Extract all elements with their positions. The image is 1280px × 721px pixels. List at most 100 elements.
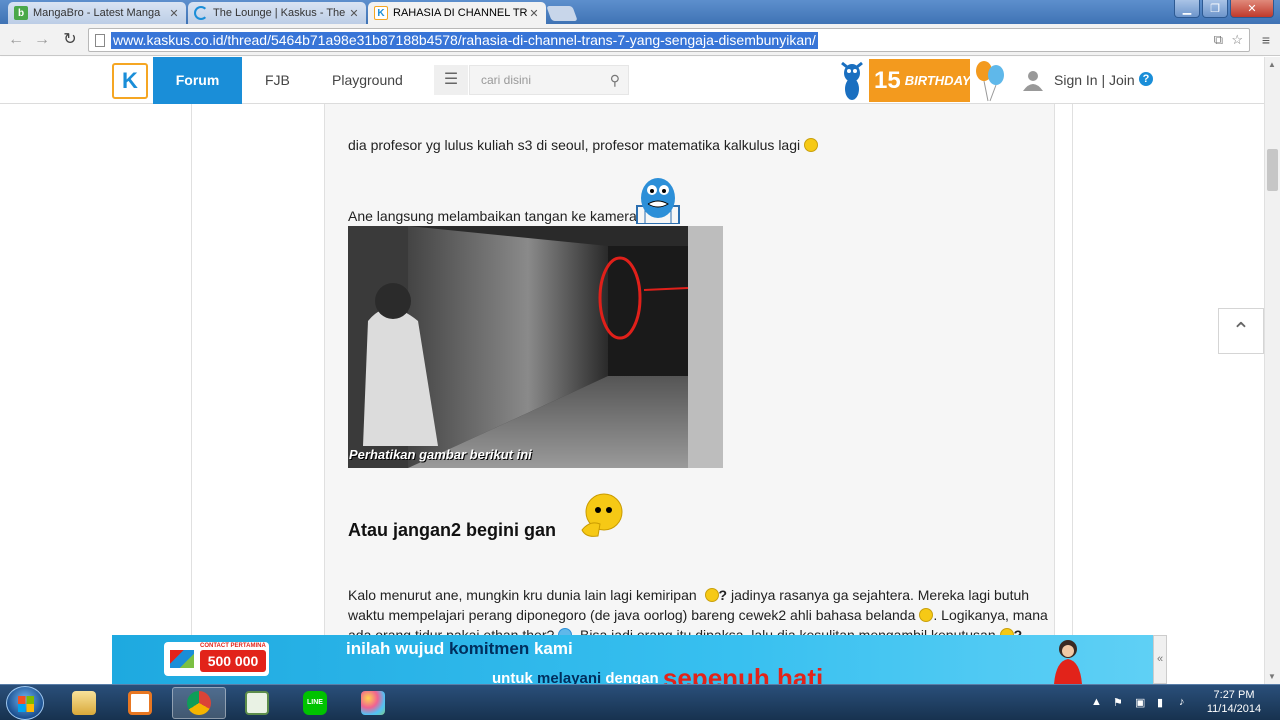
para-text: waktu mempelajari perang diponegoro (de … [348,607,916,623]
pertamina-logo: CONTACT PERTAMINA 500 000 [164,642,269,676]
chrome-menu-icon[interactable]: ≡ [1262,32,1270,48]
bookmark-star-icon[interactable]: ☆ [1231,32,1243,48]
para-text: jadinya rasanya ga sejahtera. Mereka lag… [730,587,1030,603]
waving-monster-emoticon-icon [636,178,680,224]
clock-date: 11/14/2014 [1206,703,1262,715]
post-line-2: Ane langsung melambaikan tangan ke kamer… [348,208,637,224]
search-input[interactable] [470,66,598,94]
url-text[interactable]: www.kaskus.co.id/thread/5464b71a98e31b87… [111,32,818,49]
tab-the-lounge[interactable]: The Lounge | Kaskus - The ✕ [188,2,366,24]
balloons-icon [976,61,1004,102]
join-link[interactable]: Join [1109,72,1135,88]
taskbar-paint[interactable] [346,687,400,719]
reader-icon [245,691,269,715]
translate-icon[interactable]: ⧉ [1214,32,1223,48]
tab-rahasia[interactable]: K RAHASIA DI CHANNEL TR ✕ [368,2,546,24]
browser-tab-strip: b MangaBro - Latest Manga ✕ The Lounge |… [0,0,1280,24]
clock-time: 7:27 PM [1213,689,1255,701]
nav-fjb[interactable]: FJB [265,57,290,104]
windows-taskbar: LINE ▲ ⚑ ▣ ▮ ♪ 7:27 PM 11/14/2014 [0,684,1280,720]
browser-toolbar: ← → ↻ www.kaskus.co.id/thread/5464b71a98… [0,24,1280,56]
maximize-button[interactable]: ❐ [1202,0,1228,18]
flag-notification-icon[interactable]: ⚑ [1113,696,1123,709]
show-hidden-icons-icon[interactable]: ▲ [1091,696,1102,708]
ad-banner[interactable]: CONTACT PERTAMINA 500 000 inilah wujud k… [112,635,1153,684]
close-icon[interactable]: ✕ [348,7,360,20]
scroll-to-top-button[interactable]: ⌃ [1218,308,1264,354]
vertical-scrollbar[interactable]: ▲ ▼ [1264,57,1280,684]
taskbar-chrome[interactable] [172,687,226,719]
kaskus-mascot-icon [841,61,863,100]
signin-link[interactable]: Sign In [1054,72,1098,88]
post-text: dia profesor yg lulus kuliah s3 di seoul… [348,137,801,153]
taskbar-reader[interactable] [230,687,284,719]
ad-text: melayani [537,670,602,684]
question-mark: ? [718,587,728,603]
page-icon [95,34,105,47]
window-controls: ▁ ❐ ✕ [1172,0,1274,18]
user-icon [1023,71,1043,91]
nav-playground[interactable]: Playground [332,57,403,104]
close-icon[interactable]: ✕ [168,7,180,20]
windows-logo-icon-lower [18,704,34,712]
ad-logo-number: 500 000 [200,650,266,672]
kaskus-header: K Forum FJB Playground ☰ ⚲ 15 BIRTHDAY S… [0,57,1264,104]
taskbar-line[interactable]: LINE [288,687,342,719]
minimize-button[interactable]: ▁ [1174,0,1200,18]
search-icon[interactable]: ⚲ [610,72,620,89]
tab-title: The Lounge | Kaskus - The [213,7,346,19]
left-column [191,104,325,635]
close-window-button[interactable]: ✕ [1230,0,1274,18]
kaskus-favicon-icon: K [374,6,388,20]
ghost-hallway-image [348,226,723,468]
address-bar[interactable]: www.kaskus.co.id/thread/5464b71a98e31b87… [88,28,1250,52]
birthday-banner[interactable]: 15 BIRTHDAY [869,59,971,102]
kaskus-logo[interactable]: K [112,63,148,99]
thinking-emoticon-icon [581,493,623,537]
device-icon[interactable]: ▣ [1135,696,1145,709]
search-box: ⚲ [469,65,629,95]
back-arrow-icon[interactable]: ← [6,30,26,50]
scroll-down-arrow-icon[interactable]: ▼ [1268,672,1276,681]
chrome-icon [187,691,211,715]
post-line-1: dia profesor yg lulus kuliah s3 di seoul… [348,137,819,153]
ad-collapse-button[interactable]: « [1153,635,1167,684]
media-player-icon [128,691,152,715]
tab-mangabro[interactable]: b MangaBro - Latest Manga ✕ [8,2,186,24]
close-icon[interactable]: ✕ [528,7,540,20]
ad-text: komitmen [448,639,530,658]
para-text: . Logikanya, mana [933,607,1048,623]
new-tab-button[interactable] [546,6,578,21]
network-signal-icon[interactable]: ▮ [1157,696,1163,709]
forward-arrow-icon[interactable]: → [32,30,52,50]
signin-join-area: Sign In | Join [1054,72,1135,88]
nav-forum[interactable]: Forum [153,57,242,104]
tab-title: MangaBro - Latest Manga [33,7,161,19]
image-caption: Perhatikan gambar berikut ini [349,447,532,462]
para-text: Kalo menurut ane, mungkin kru dunia lain… [348,587,697,603]
right-column [1055,104,1073,635]
para-line-2: waktu mempelajari perang diponegoro (de … [348,607,1048,623]
help-icon[interactable]: ? [1139,72,1153,86]
taskbar-media-player[interactable] [113,687,167,719]
list-menu-icon[interactable]: ☰ [434,65,468,95]
ad-text: untuk [492,670,537,684]
ad-text: inilah wujud [346,639,449,658]
birthday-word: BIRTHDAY [904,73,971,88]
taskbar-explorer[interactable] [57,687,111,719]
scrollbar-thumb[interactable] [1267,149,1278,191]
ad-text: sepenuh hati [662,663,824,684]
volume-icon[interactable]: ♪ [1179,696,1185,708]
ad-text: kami [529,639,573,658]
scroll-up-arrow-icon[interactable]: ▲ [1268,60,1276,69]
loading-spinner-icon [194,6,208,20]
system-clock[interactable]: 7:27 PM 11/14/2014 [1199,688,1269,716]
ad-logo-label: CONTACT PERTAMINA [200,643,266,649]
smiley-icon [919,608,934,622]
mangabro-favicon-icon: b [14,6,28,20]
start-button[interactable] [6,686,44,720]
ad-line-2: untuk melayani dengan sepenuh hati [492,659,823,684]
reload-icon[interactable]: ↻ [60,30,80,50]
post-heading: Atau jangan2 begini gan [348,520,557,540]
separator: | [1101,72,1106,88]
